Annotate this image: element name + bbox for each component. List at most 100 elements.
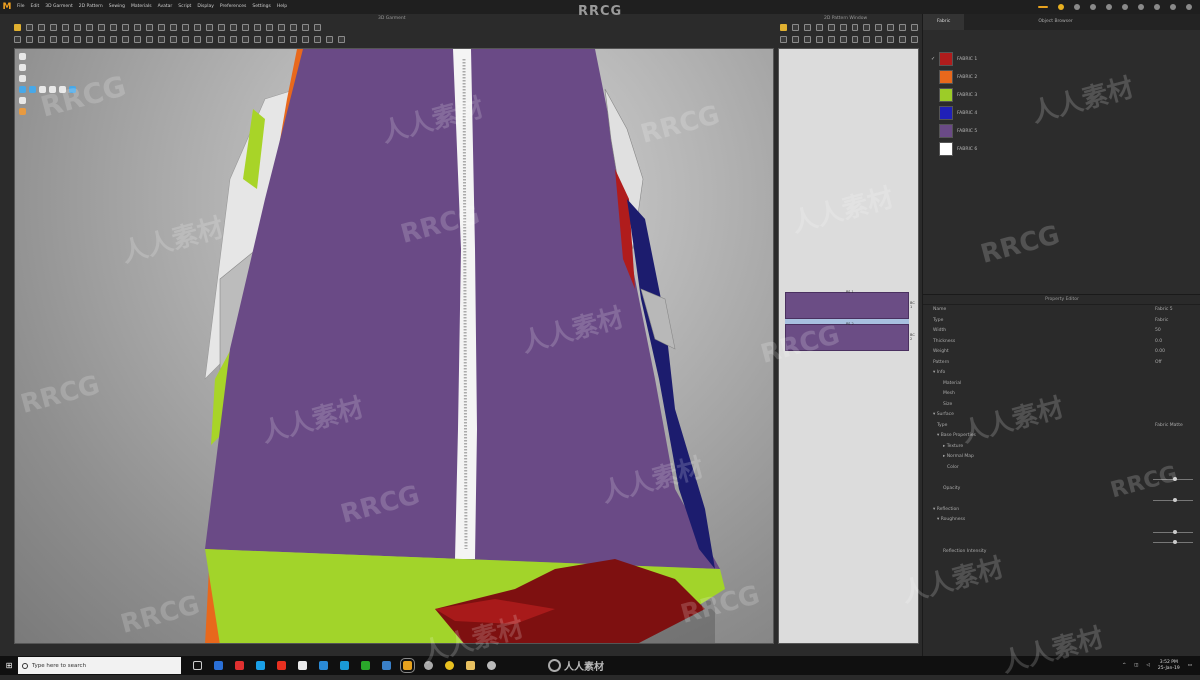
fabric-item-1[interactable]: ✓ FABRIC 1 — [931, 50, 1191, 68]
menu-display[interactable]: Display — [194, 0, 217, 14]
property-value[interactable]: Off — [1155, 360, 1162, 365]
windows-start-icon[interactable]: ⊞ — [0, 656, 18, 675]
render-mode-1-icon[interactable] — [19, 86, 26, 93]
property-row[interactable] — [923, 473, 1200, 484]
property-row[interactable]: Mesh — [923, 389, 1200, 400]
property-row[interactable] — [923, 536, 1200, 547]
3d-row1-tool-2-icon[interactable] — [26, 23, 33, 31]
3d-row1-tool-12-icon[interactable] — [146, 23, 153, 31]
3d-row1-tool-9-icon[interactable] — [110, 23, 117, 31]
2d-row1-tool-11-icon[interactable] — [899, 23, 907, 31]
render-mode-5-icon[interactable] — [59, 86, 66, 93]
3d-row1-tool-26-icon[interactable] — [314, 23, 321, 31]
slider-handle[interactable] — [1173, 498, 1177, 502]
2d-row2-tool-5-icon[interactable] — [827, 35, 835, 43]
property-row[interactable]: ▾ Base Properties — [923, 431, 1200, 442]
3d-row2-tool-19-icon[interactable] — [230, 35, 237, 43]
fabric-display-icon[interactable] — [19, 75, 26, 82]
3d-row2-tool-23-icon[interactable] — [278, 35, 285, 43]
3d-row1-tool-21-icon[interactable] — [254, 23, 261, 31]
2d-row1-tool-9-icon[interactable] — [875, 23, 883, 31]
3d-row2-tool-22-icon[interactable] — [266, 35, 273, 43]
property-row[interactable]: Pattern Off — [923, 358, 1200, 369]
property-row[interactable]: Name Fabric 5 — [923, 305, 1200, 316]
fabric-item-6[interactable]: FABRIC 6 — [931, 140, 1191, 158]
property-row[interactable]: Opacity — [923, 484, 1200, 495]
menu-edit[interactable]: Edit — [28, 0, 43, 14]
tab-fabric[interactable]: Fabric — [923, 14, 965, 30]
clock[interactable]: 3:52 PM 25-Jan-19 — [1158, 660, 1180, 672]
3d-row2-tool-4-icon[interactable] — [50, 35, 57, 43]
3d-row2-tool-8-icon[interactable] — [98, 35, 105, 43]
menu-script[interactable]: Script — [175, 0, 194, 14]
2d-row2-tool-3-icon[interactable] — [803, 35, 811, 43]
smiley-icon[interactable] — [1058, 4, 1064, 10]
screen-icon[interactable] — [1074, 4, 1080, 10]
user-chip[interactable] — [1038, 6, 1048, 8]
3d-row2-tool-1-icon[interactable] — [14, 35, 21, 43]
3d-row1-tool-13-icon[interactable] — [158, 23, 165, 31]
property-row[interactable]: Thickness 0.0 — [923, 337, 1200, 348]
volume-icon[interactable]: ◁ — [1146, 663, 1149, 668]
window-minimize-icon[interactable] — [1154, 4, 1160, 10]
window-close-icon[interactable] — [1186, 4, 1192, 10]
property-row[interactable]: Size — [923, 400, 1200, 411]
2d-row1-tool-5-icon[interactable] — [827, 23, 835, 31]
3d-row2-tool-9-icon[interactable] — [110, 35, 117, 43]
3d-row1-tool-3-icon[interactable] — [38, 23, 45, 31]
3d-row2-tool-13-icon[interactable] — [158, 35, 165, 43]
property-value[interactable]: 0.00 — [1155, 349, 1165, 354]
app-d-icon[interactable] — [382, 661, 391, 670]
property-row[interactable]: Weight 0.00 — [923, 347, 1200, 358]
3d-row2-tool-6-icon[interactable] — [74, 35, 81, 43]
slider-handle[interactable] — [1173, 540, 1177, 544]
fabric-item-5[interactable]: FABRIC 5 — [931, 122, 1191, 140]
property-row[interactable] — [923, 526, 1200, 537]
fabric-item-4[interactable]: FABRIC 4 — [931, 104, 1191, 122]
3d-row1-tool-24-icon[interactable] — [290, 23, 297, 31]
file-explorer-icon[interactable] — [214, 661, 223, 670]
app-c-icon[interactable] — [361, 661, 370, 670]
property-row[interactable]: Reflection Intensity — [923, 547, 1200, 558]
menu-materials[interactable]: Materials — [128, 0, 155, 14]
menu-preferences[interactable]: Preferences — [217, 0, 249, 14]
autodesk-icon[interactable] — [235, 661, 244, 670]
property-value[interactable]: Fabric 5 — [1155, 307, 1173, 312]
property-value[interactable]: 0.0 — [1155, 339, 1162, 344]
render-mode-2-icon[interactable] — [29, 86, 36, 93]
3d-row1-tool-15-icon[interactable] — [182, 23, 189, 31]
3d-row2-tool-24-icon[interactable] — [290, 35, 297, 43]
property-row[interactable] — [923, 494, 1200, 505]
2d-row1-tool-12-icon[interactable] — [911, 23, 919, 31]
fabric-item-2[interactable]: FABRIC 2 — [931, 68, 1191, 86]
2d-row2-tool-2-icon[interactable] — [791, 35, 799, 43]
app-e-icon[interactable] — [487, 661, 496, 670]
property-value[interactable]: Fabric Matte — [1155, 423, 1183, 428]
3d-row1-tool-18-icon[interactable] — [218, 23, 225, 31]
3d-row2-tool-3-icon[interactable] — [38, 35, 45, 43]
2d-row2-tool-7-icon[interactable] — [851, 35, 859, 43]
2d-row1-tool-10-icon[interactable] — [887, 23, 895, 31]
3d-row2-tool-12-icon[interactable] — [146, 35, 153, 43]
property-row[interactable]: ▸ Normal Map — [923, 452, 1200, 463]
3d-row1-tool-11-icon[interactable] — [134, 23, 141, 31]
3d-row1-tool-17-icon[interactable] — [206, 23, 213, 31]
obs-icon[interactable] — [424, 661, 433, 670]
3d-row1-tool-10-icon[interactable] — [122, 23, 129, 31]
3d-row2-tool-20-icon[interactable] — [242, 35, 249, 43]
3d-row1-tool-14-icon[interactable] — [170, 23, 177, 31]
2d-row2-tool-6-icon[interactable] — [839, 35, 847, 43]
3d-row2-tool-16-icon[interactable] — [194, 35, 201, 43]
2d-row1-tool-4-icon[interactable] — [815, 23, 823, 31]
2d-row1-tool-7-icon[interactable] — [851, 23, 859, 31]
property-row[interactable]: ▸ Texture — [923, 442, 1200, 453]
3d-row1-tool-16-icon[interactable] — [194, 23, 201, 31]
gear-icon[interactable] — [1106, 4, 1112, 10]
2d-row2-tool-12-icon[interactable] — [911, 35, 919, 43]
3d-viewport[interactable] — [14, 48, 774, 644]
pattern-piece-2[interactable]: PS 2 BC 2 — [785, 322, 915, 351]
2d-row1-tool-2-icon[interactable] — [791, 23, 799, 31]
tray-chevron-icon[interactable]: ^ — [1122, 663, 1126, 668]
notepad-icon[interactable] — [298, 661, 307, 670]
2d-pattern-window[interactable]: PS 1 BC 1 PS 2 BC 2 — [778, 48, 919, 644]
